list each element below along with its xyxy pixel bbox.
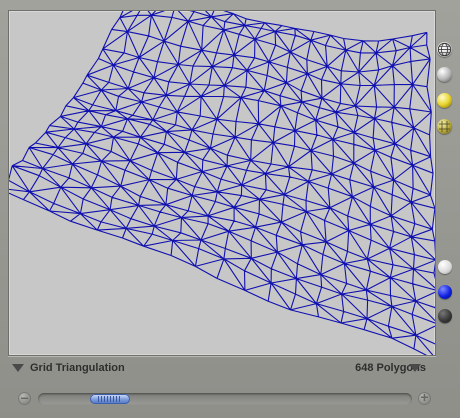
silver-sphere-icon[interactable] [437, 67, 452, 82]
triangulation-mode-dropdown[interactable]: Grid Triangulation [12, 362, 182, 376]
blue-color-swatch[interactable] [438, 285, 452, 299]
white-color-swatch[interactable] [438, 260, 452, 274]
minus-icon: – [20, 389, 29, 405]
grid-lines-icon [439, 121, 450, 132]
decrease-button[interactable]: – [18, 389, 31, 405]
terrain-panel: Grid Triangulation 648 Polygons – + [0, 0, 460, 418]
dropdown-arrow-icon [12, 364, 24, 372]
mode-label: Grid Triangulation [30, 362, 125, 374]
dark-color-swatch[interactable] [438, 309, 452, 323]
grid-sphere-icon[interactable] [437, 119, 452, 134]
wireframe-viewport[interactable] [8, 10, 436, 356]
yellow-sphere-icon[interactable] [437, 93, 452, 108]
polygon-dropdown-arrow-icon[interactable] [409, 364, 421, 372]
increase-button[interactable]: + [418, 389, 431, 405]
globe-icon[interactable] [437, 42, 452, 57]
slider-thumb[interactable] [89, 394, 130, 404]
globe-lines-icon [437, 42, 452, 57]
wireframe-mesh [9, 11, 435, 355]
resolution-slider: – + [14, 389, 434, 408]
mesh-edges [9, 11, 435, 355]
plus-icon: + [420, 389, 429, 405]
